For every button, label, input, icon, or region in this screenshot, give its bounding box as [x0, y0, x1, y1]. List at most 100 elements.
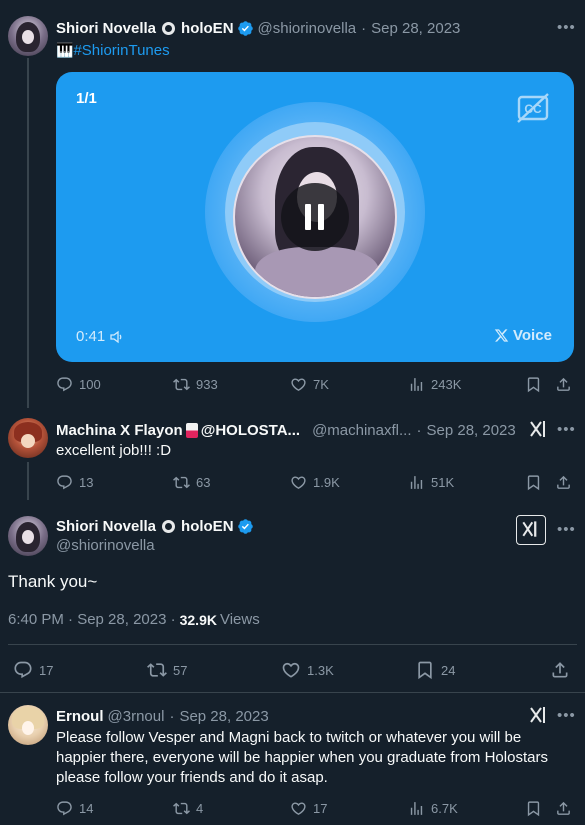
bookmark-button[interactable]: 24 [415, 660, 455, 680]
volume-icon[interactable] [110, 330, 124, 344]
affiliation: holoEN [181, 517, 234, 535]
bookmark-button[interactable] [525, 474, 542, 491]
more-icon[interactable]: ••• [557, 20, 576, 35]
avatar[interactable] [8, 418, 48, 458]
views-button[interactable]: 6.7K [408, 800, 458, 817]
bookmark-button[interactable] [525, 376, 542, 393]
display-name[interactable]: Shiori Novella [56, 518, 156, 535]
display-name[interactable]: Ernoul [56, 708, 104, 725]
avatar[interactable] [8, 16, 48, 56]
reply-count: 13 [79, 475, 94, 490]
reply-icon [56, 376, 73, 393]
share-icon [555, 474, 572, 491]
reply-header: Ernoul @3rnoul · Sep 28, 2023 [56, 706, 269, 726]
more-icon[interactable]: ••• [557, 708, 576, 723]
piano-emoji: 🎹 [56, 41, 74, 58]
like-count: 17 [313, 801, 328, 816]
share-button[interactable] [555, 474, 572, 491]
views-icon [408, 376, 425, 393]
reply-button[interactable]: 17 [13, 660, 53, 680]
share-button[interactable] [555, 376, 572, 393]
x-logo-icon [494, 328, 509, 343]
reply-icon [13, 660, 33, 680]
hashtag-link[interactable]: #ShiorinTunes [73, 42, 169, 59]
voice-label: Voice [513, 327, 552, 344]
heart-icon [281, 660, 301, 680]
share-icon [555, 376, 572, 393]
retweet-button[interactable]: 4 [173, 800, 203, 817]
thread-line [27, 58, 29, 408]
reply-icon [56, 474, 73, 491]
share-button[interactable] [550, 660, 570, 680]
tweet-date[interactable]: Sep 28, 2023 [427, 422, 516, 439]
like-button[interactable]: 1.3K [281, 660, 334, 680]
retweet-icon [173, 376, 190, 393]
bookmark-icon [525, 376, 542, 393]
divider [0, 692, 585, 693]
media-counter: 1/1 [76, 90, 97, 107]
grok-icon[interactable] [528, 705, 548, 725]
reply-count: 14 [79, 801, 94, 816]
audio-media-card[interactable]: 1/1 CC 0:41 Voice [56, 72, 574, 362]
more-icon[interactable]: ••• [557, 422, 576, 437]
media-duration-row: 0:41 [76, 328, 124, 345]
views-button[interactable]: 51K [408, 474, 454, 491]
grok-button[interactable] [516, 515, 546, 545]
retweet-count: 933 [196, 377, 218, 392]
share-icon [550, 660, 570, 680]
views-icon [408, 474, 425, 491]
reply-button[interactable]: 100 [56, 376, 101, 393]
like-button[interactable]: 17 [290, 800, 327, 817]
heart-icon [290, 376, 307, 393]
badge-icon [185, 422, 198, 438]
like-count: 7K [313, 377, 329, 392]
retweet-count: 4 [196, 801, 204, 816]
avatar[interactable] [8, 705, 48, 745]
grok-icon [522, 521, 537, 537]
tweet-date[interactable]: Sep 28, 2023 [179, 708, 268, 725]
tweet1-text: 🎹 #ShiorinTunes [56, 40, 170, 60]
handle[interactable]: @shiorinovella [258, 20, 357, 37]
tweet-time[interactable]: 6:40 PM · Sep 28, 2023 · [8, 611, 176, 628]
reply-button[interactable]: 14 [56, 800, 93, 817]
handle[interactable]: @3rnoul [108, 708, 165, 725]
reply-count: 100 [79, 377, 101, 392]
more-icon[interactable]: ••• [557, 522, 576, 537]
separator: · [361, 19, 367, 37]
grok-icon[interactable] [528, 419, 548, 439]
bookmark-count: 24 [441, 662, 456, 678]
retweet-count: 57 [173, 662, 188, 678]
retweet-button[interactable]: 63 [173, 474, 210, 491]
holo-icon [162, 21, 176, 35]
views-count: 51K [431, 475, 455, 490]
heart-icon [290, 474, 307, 491]
separator: · [169, 707, 175, 725]
handle[interactable]: @shiorinovella [56, 537, 155, 554]
views-icon [408, 800, 425, 817]
retweet-button[interactable]: 57 [147, 660, 187, 680]
views-button[interactable]: 243K [408, 376, 461, 393]
handle[interactable]: @machinaxfl... [312, 422, 411, 439]
separator: · [416, 421, 422, 439]
main-tweet-header: Shiori Novella holoEN [56, 516, 254, 536]
pause-button[interactable] [281, 183, 349, 251]
display-name-suffix: @HOLOSTA... [200, 421, 301, 439]
bookmark-icon [415, 660, 435, 680]
bookmark-button[interactable] [525, 800, 542, 817]
captions-icon[interactable]: CC [516, 92, 550, 124]
retweet-count: 63 [196, 475, 211, 490]
reply-button[interactable]: 13 [56, 474, 93, 491]
thread-line [27, 462, 29, 500]
share-button[interactable] [555, 800, 572, 817]
avatar[interactable] [8, 516, 48, 556]
reply-count: 17 [39, 662, 54, 678]
tweet-date[interactable]: Sep 28, 2023 [371, 20, 460, 37]
like-button[interactable]: 1.9K [290, 474, 340, 491]
like-button[interactable]: 7K [290, 376, 329, 393]
share-icon [555, 800, 572, 817]
display-name[interactable]: Machina X Flayon [56, 422, 183, 439]
display-name[interactable]: Shiori Novella [56, 20, 156, 37]
retweet-button[interactable]: 933 [173, 376, 218, 393]
holo-icon [162, 519, 176, 533]
views-count: 243K [431, 377, 462, 392]
